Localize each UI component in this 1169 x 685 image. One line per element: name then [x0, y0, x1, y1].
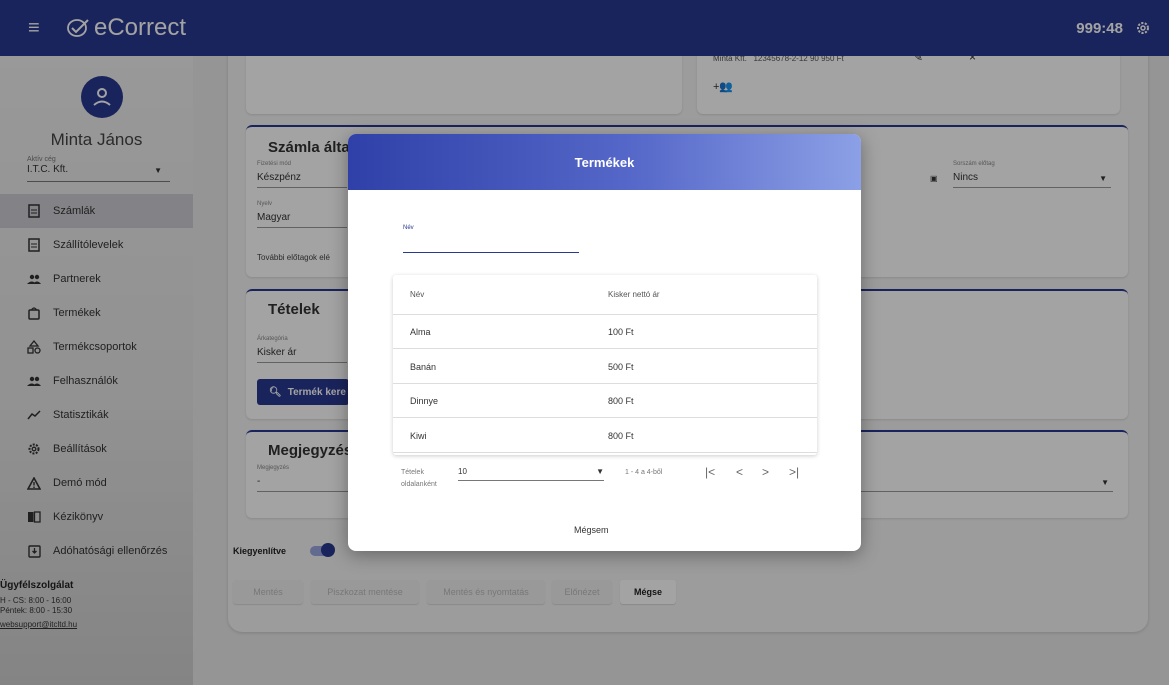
product-name: Alma: [410, 327, 431, 337]
table-row[interactable]: Dinnye 800 Ft: [393, 384, 817, 418]
table-header: Név Kisker nettó ár: [393, 275, 817, 315]
dialog-title: Termékek: [574, 154, 635, 170]
product-name: Banán: [410, 362, 437, 372]
table-row[interactable]: Banán 500 Ft: [393, 350, 817, 384]
pager-range: 1 - 4 a 4-ből: [625, 469, 663, 476]
chevron-down-icon: ▼: [596, 467, 604, 476]
product-price: 800 Ft: [608, 431, 634, 441]
product-price: 500 Ft: [608, 362, 634, 372]
next-page-button[interactable]: >: [762, 465, 769, 479]
products-dialog: Termékek Név Név Kisker nettó ár Alma 10…: [348, 134, 861, 551]
dialog-cancel-button[interactable]: Mégsem: [574, 525, 609, 535]
items-per-page-value: 10: [458, 467, 467, 476]
pager-items-label: Tételek: [401, 469, 424, 476]
column-header-name[interactable]: Név: [410, 290, 424, 299]
product-price: 800 Ft: [608, 396, 634, 406]
product-name: Kiwi: [410, 431, 427, 441]
first-page-button[interactable]: |<: [705, 465, 715, 479]
last-page-button[interactable]: >|: [789, 465, 799, 479]
product-name: Dinnye: [410, 396, 439, 406]
name-filter-input[interactable]: [403, 235, 579, 253]
column-header-price[interactable]: Kisker nettó ár: [608, 290, 660, 299]
pager-per-page-label: oldalanként: [401, 481, 437, 488]
product-price: 100 Ft: [608, 327, 634, 337]
table-row[interactable]: Alma 100 Ft: [393, 315, 817, 349]
dialog-header: Termékek: [348, 134, 861, 190]
items-per-page-select[interactable]: 10 ▼: [458, 467, 604, 481]
previous-page-button[interactable]: <: [736, 465, 743, 479]
products-table: Név Kisker nettó ár Alma 100 Ft Banán 50…: [393, 275, 817, 455]
name-filter-label: Név: [403, 225, 414, 231]
table-row[interactable]: Kiwi 800 Ft: [393, 419, 817, 453]
